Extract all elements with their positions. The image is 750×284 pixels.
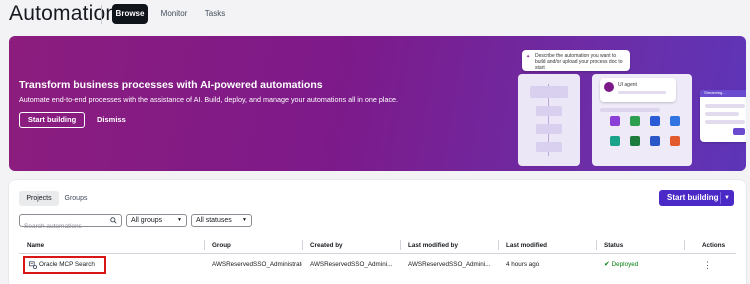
share-icon xyxy=(610,116,620,126)
document-icon xyxy=(670,136,680,146)
agent-icon xyxy=(604,82,614,92)
table-header-rule xyxy=(19,253,736,254)
cube-icon xyxy=(650,116,660,126)
column-header-last-modified-by[interactable]: Last modified by xyxy=(408,240,458,252)
search-icon xyxy=(110,217,117,224)
cell-group: AWSReservedSSO_Administrato xyxy=(212,261,302,268)
promo-banner: Transform business processes with AI-pow… xyxy=(9,36,746,171)
status-badge: Deployed xyxy=(611,261,639,268)
column-header-name[interactable]: Name xyxy=(27,240,44,252)
spreadsheet-icon xyxy=(630,116,640,126)
search-input[interactable] xyxy=(24,221,110,232)
automation-icon xyxy=(29,261,37,269)
banner-dismiss-button[interactable]: Dismiss xyxy=(97,112,126,128)
start-building-button[interactable]: Start building ▼ xyxy=(659,190,734,206)
projects-panel: Projects Groups Start building ▼ All gro… xyxy=(9,180,746,284)
project-name: Oracle MCP Search xyxy=(39,261,95,268)
cell-status: ✔ Deployed xyxy=(604,259,638,271)
illustration-stream-highlight xyxy=(733,128,745,135)
cell-last-modified: 4 hours ago xyxy=(506,261,540,268)
statuses-filter-value: All statuses xyxy=(196,217,232,224)
illustration-agent-line xyxy=(600,108,660,112)
illustration-step xyxy=(536,124,562,134)
illustration-prompt-card: ✦ Describe the automation you want to bu… xyxy=(522,50,630,71)
banner-subtext: Automate end-to-end processes with the a… xyxy=(19,95,399,104)
illustration-agent-line xyxy=(618,91,666,94)
project-name-link[interactable]: Oracle MCP Search xyxy=(23,256,106,274)
column-divider xyxy=(498,240,499,250)
button-split-divider xyxy=(720,192,721,204)
cell-last-modified-by: AWSReservedSSO_Admini... xyxy=(408,261,491,268)
groups-filter-value: All groups xyxy=(131,217,163,224)
illustration-stream-window: Streaming... xyxy=(700,90,746,142)
column-divider xyxy=(302,240,303,250)
illustration-stream-line xyxy=(705,120,745,124)
column-divider xyxy=(596,240,597,250)
tab-projects[interactable]: Projects xyxy=(19,191,59,206)
column-header-group[interactable]: Group xyxy=(212,240,231,252)
service-icon xyxy=(610,136,620,146)
statuses-filter-select[interactable]: All statuses ▼ xyxy=(191,214,252,227)
column-header-actions: Actions xyxy=(702,242,726,249)
chevron-down-icon[interactable]: ▼ xyxy=(724,190,730,206)
puzzle-icon xyxy=(650,136,660,146)
tab-tasks[interactable]: Tasks xyxy=(200,4,230,24)
chevron-down-icon: ▼ xyxy=(177,217,182,223)
illustration-agent-card: UI agent xyxy=(600,78,676,102)
chevron-down-icon: ▼ xyxy=(242,217,247,223)
check-icon: ✔ xyxy=(604,261,610,268)
illustration-stream-line xyxy=(705,112,739,116)
illustration-streaming-label: Streaming... xyxy=(704,90,726,95)
column-header-status[interactable]: Status xyxy=(604,240,623,252)
sparkle-icon: ✦ xyxy=(526,54,531,60)
more-actions-icon[interactable]: ⋮ xyxy=(703,259,712,271)
start-building-label: Start building xyxy=(667,193,719,202)
excel-icon xyxy=(630,136,640,146)
tab-groups[interactable]: Groups xyxy=(63,191,89,206)
banner-illustration: ✦ Describe the automation you want to bu… xyxy=(514,36,746,171)
mail-icon xyxy=(670,116,680,126)
illustration-agent-label: UI agent xyxy=(618,82,637,88)
illustration-prompt-text: Describe the automation you want to buil… xyxy=(535,53,623,71)
banner-heading: Transform business processes with AI-pow… xyxy=(19,79,323,91)
search-field[interactable] xyxy=(19,214,122,232)
column-header-created-by[interactable]: Created by xyxy=(310,240,343,252)
column-header-last-modified[interactable]: Last modified xyxy=(506,240,547,252)
tab-monitor[interactable]: Monitor xyxy=(156,4,192,24)
groups-filter-select[interactable]: All groups ▼ xyxy=(126,214,187,227)
column-divider xyxy=(204,240,205,250)
page-title: Automations xyxy=(9,2,128,25)
column-divider xyxy=(684,240,685,250)
tab-browse[interactable]: Browse xyxy=(112,4,148,24)
illustration-step xyxy=(530,86,568,98)
top-bar: Automations Browse Monitor Tasks xyxy=(0,0,750,30)
illustration-step xyxy=(536,142,562,152)
illustration-stream-line xyxy=(705,104,745,108)
title-divider xyxy=(101,5,102,24)
column-divider xyxy=(400,240,401,250)
illustration-step xyxy=(536,106,562,116)
banner-start-building-button[interactable]: Start building xyxy=(19,112,85,128)
cell-created-by: AWSReservedSSO_Admini... xyxy=(310,261,393,268)
